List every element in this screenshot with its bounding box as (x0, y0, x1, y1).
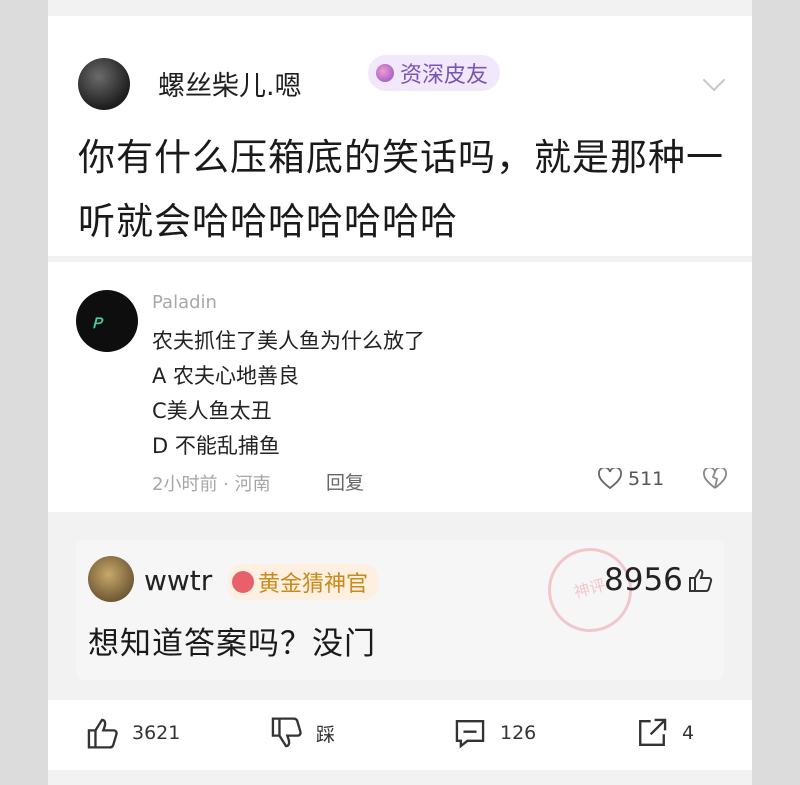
comment-meta: 2小时前 · 河南 (152, 474, 271, 495)
share-button[interactable]: 4 (634, 716, 694, 750)
answer-like-button[interactable]: 8956 (604, 562, 713, 598)
op-username[interactable]: 螺丝柴儿.嗯 (158, 64, 302, 103)
comment-count: 126 (500, 722, 537, 744)
op-avatar[interactable] (78, 58, 130, 110)
chevron-down-icon[interactable] (702, 68, 726, 92)
badge-icon (232, 571, 254, 593)
avatar-logo: Ｐ (90, 316, 104, 332)
comment-line: D 不能乱捕鱼 (152, 434, 280, 458)
god-comment-card: wwtr 黄金猜神官 神评 8956 想知道答案吗？没门 (76, 538, 724, 680)
comment-line: 农夫抓住了美人鱼为什么放了 (152, 329, 425, 353)
comment-card: Ｐ Paladin 农夫抓住了美人鱼为什么放了 A 农夫心地善良 C美人鱼太丑 … (48, 262, 752, 512)
answerer-name[interactable]: wwtr (144, 564, 212, 597)
comment-button[interactable]: 126 (452, 716, 536, 750)
gem-icon (376, 64, 394, 82)
thumbs-up-icon (688, 568, 713, 592)
comment-line: C美人鱼太丑 (152, 399, 272, 423)
comment-body: 农夫抓住了美人鱼为什么放了 A 农夫心地善良 C美人鱼太丑 D 不能乱捕鱼 (152, 324, 425, 464)
share-count: 4 (682, 722, 695, 744)
answer-text: 想知道答案吗？没门 (88, 626, 376, 662)
like-count: 3621 (132, 722, 181, 744)
answerer-badge-label: 黄金猜神官 (258, 572, 369, 597)
share-icon (639, 718, 667, 746)
op-badge-label: 资深皮友 (400, 63, 489, 88)
thumbs-up-icon (87, 718, 118, 749)
answer-like-count: 8956 (604, 562, 683, 598)
op-badge: 资深皮友 (368, 55, 501, 91)
post-question: 你有什么压箱底的笑话吗，就是那种一听就会哈哈哈哈哈哈哈 (78, 136, 724, 243)
answerer-avatar[interactable] (88, 556, 134, 602)
comment-icon (455, 720, 485, 749)
answerer-badge: 黄金猜神官 (228, 564, 379, 600)
comment-line: A 农夫心地善良 (152, 364, 300, 388)
like-button[interactable]: 3621 (84, 716, 180, 750)
dislike-button[interactable]: 踩 (268, 716, 335, 750)
comment-like-count: 511 (628, 468, 665, 490)
thumbs-down-icon (271, 717, 302, 748)
heart-icon (598, 468, 622, 490)
action-bar: 3621 踩 126 4 (48, 700, 752, 770)
broken-heart-icon[interactable] (703, 466, 727, 494)
commenter-avatar[interactable]: Ｐ (76, 290, 138, 352)
reply-button[interactable]: 回复 (326, 468, 364, 495)
post-card: 螺丝柴儿.嗯 资深皮友 你有什么压箱底的笑话吗，就是那种一听就会哈哈哈哈哈哈哈 (48, 16, 752, 256)
comment-like-button[interactable]: 511 (598, 468, 664, 490)
app-frame: 螺丝柴儿.嗯 资深皮友 你有什么压箱底的笑话吗，就是那种一听就会哈哈哈哈哈哈哈 … (48, 0, 752, 785)
dislike-label: 踩 (316, 723, 336, 746)
commenter-name[interactable]: Paladin (152, 292, 217, 313)
